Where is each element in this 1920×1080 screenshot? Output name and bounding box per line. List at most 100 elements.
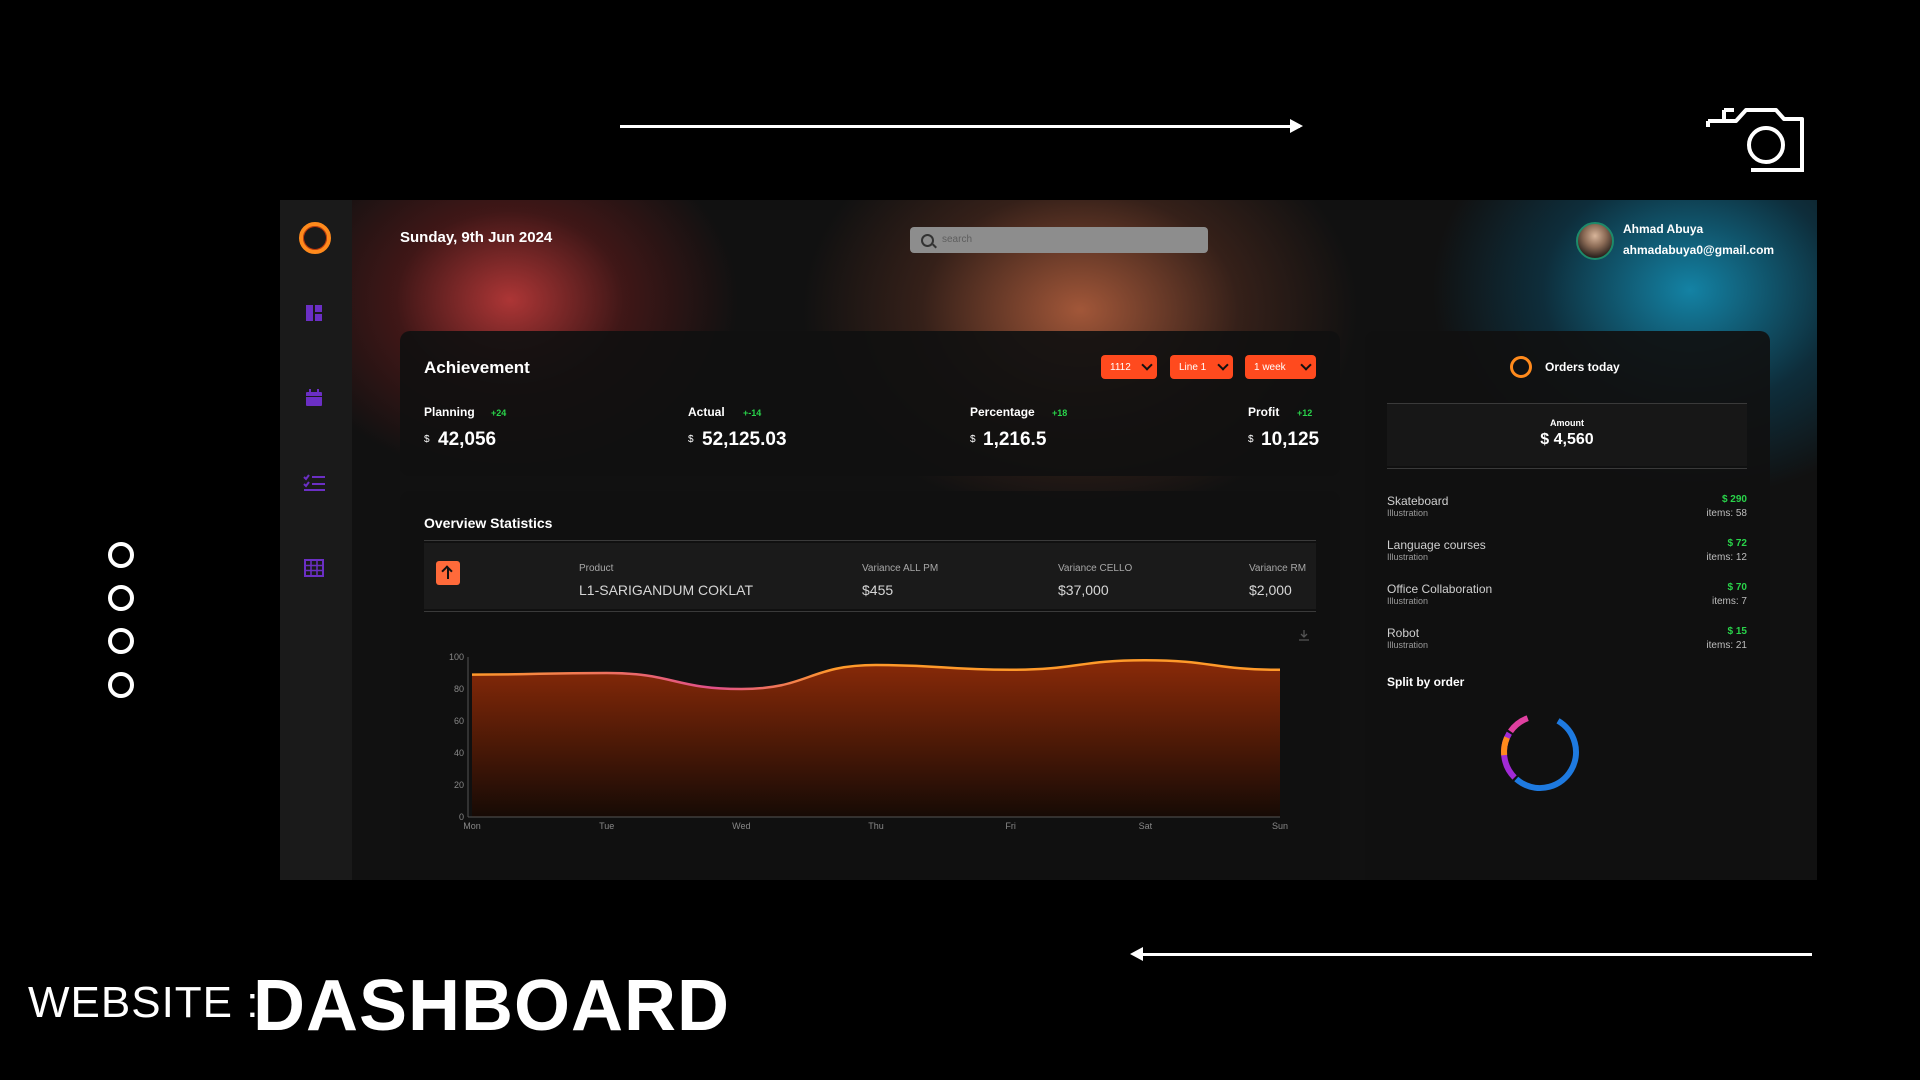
order-item-price: $ 70: [1727, 582, 1747, 593]
chart-x-tick-label: Thu: [868, 821, 884, 831]
stat-planning-label: Planning: [424, 405, 475, 419]
filter-dropdown-1[interactable]: 1112: [1101, 355, 1157, 379]
stat-profit-label: Profit: [1248, 405, 1280, 419]
achievement-card: Achievement 1112 Line 1 1 week Planning …: [400, 331, 1340, 476]
order-item-sub: Illustration: [1387, 508, 1429, 518]
table-icon[interactable]: [304, 559, 324, 577]
stat-planning-delta: +24: [491, 408, 507, 418]
donut-segment-blue: [1501, 712, 1579, 791]
chart-x-tick-label: Tue: [599, 821, 614, 831]
dashboard-window: Sunday, 9th Jun 2024 search Ahmad Abuya …: [280, 200, 1817, 880]
col-variance-rm-value: $2,000: [1249, 582, 1292, 598]
amount-box: Amount $ 4,560: [1387, 404, 1747, 466]
order-item-count: items: 12: [1706, 552, 1747, 563]
col-product-value: L1-SARIGANDUM COKLAT: [579, 582, 753, 598]
divider: [424, 611, 1316, 612]
donut-segment-pink: [1501, 713, 1579, 791]
stat-planning-value: 42,056: [438, 429, 497, 450]
stat-actual-value: 52,125.03: [702, 429, 787, 450]
chart-y-tick-label: 80: [454, 684, 464, 694]
order-item-count: items: 21: [1706, 640, 1747, 651]
filter-dropdown-3[interactable]: 1 week: [1245, 355, 1316, 379]
chart-x-tick-label: Sat: [1139, 821, 1153, 831]
top-arrow-head: [1290, 119, 1303, 133]
caption-title: DASHBOARD: [253, 966, 730, 1046]
achievement-title: Achievement: [424, 358, 530, 377]
amount-label: Amount: [1550, 418, 1584, 428]
bottom-arrow-head: [1130, 947, 1143, 961]
stat-percentage-label: Percentage: [970, 405, 1035, 419]
user-name: Ahmad Abuya: [1623, 222, 1704, 236]
split-donut-chart: [1501, 712, 1579, 791]
stat-profit-currency: $: [1248, 434, 1254, 445]
stat-profit-delta: +12: [1297, 408, 1313, 418]
logo-icon[interactable]: [299, 222, 331, 254]
order-item-price: $ 290: [1721, 494, 1747, 505]
search-input[interactable]: search: [910, 227, 1208, 253]
calendar-icon[interactable]: [305, 389, 323, 407]
stat-actual-currency: $: [688, 434, 694, 445]
order-item-sub: Illustration: [1387, 596, 1429, 606]
chart-x-tick-label: Mon: [463, 821, 481, 831]
chart-x-tick-label: Wed: [732, 821, 750, 831]
order-item-count: items: 58: [1706, 508, 1747, 519]
amount-value: $ 4,560: [1540, 431, 1594, 448]
pagination-dot-2[interactable]: [108, 585, 134, 611]
search-placeholder: search: [942, 234, 973, 245]
dashboard-icon[interactable]: [305, 304, 323, 322]
user-email: ahmadabuya0@gmail.com: [1623, 243, 1775, 257]
pagination-dot-3[interactable]: [108, 628, 134, 654]
pagination-dot-4[interactable]: [108, 672, 134, 698]
search-icon: [921, 234, 934, 247]
filter-2-label: Line 1: [1179, 362, 1207, 373]
col-variance-rm-head: Variance RM: [1249, 563, 1307, 574]
order-item-sub: Illustration: [1387, 640, 1429, 650]
order-item-name: Office Collaboration: [1387, 582, 1493, 596]
top-arrow-line: [620, 125, 1300, 128]
stat-percentage-value: 1,216.5: [983, 429, 1047, 450]
orders-title: Orders today: [1545, 360, 1620, 374]
overview-title: Overview Statistics: [424, 515, 553, 531]
product-row[interactable]: Product L1-SARIGANDUM COKLAT Variance AL…: [424, 543, 1316, 609]
chart-x-tick-label: Sun: [1272, 821, 1288, 831]
donut-segment-purple: [1501, 713, 1579, 791]
orders-ring-icon: [1510, 356, 1532, 378]
avatar[interactable]: [1576, 222, 1614, 260]
filter-3-label: 1 week: [1254, 362, 1286, 373]
col-variance-pm-value: $455: [862, 582, 894, 598]
order-item-price: $ 15: [1727, 626, 1747, 637]
stat-actual-label: Actual: [688, 405, 725, 419]
stat-percentage-currency: $: [970, 434, 976, 445]
checklist-icon[interactable]: [303, 474, 325, 492]
pagination-dot-1[interactable]: [108, 542, 134, 568]
download-icon[interactable]: [1298, 629, 1310, 641]
stat-planning-currency: $: [424, 434, 430, 445]
overview-chart: 020406080100Mon Tue Wed Thu Fri Sat Sun: [449, 652, 1288, 831]
chart-area-fill: [472, 660, 1280, 817]
divider: [1387, 468, 1747, 469]
order-item-name: Skateboard: [1387, 494, 1449, 508]
stat-percentage-delta: +18: [1052, 408, 1068, 418]
caption-prefix: WEBSITE :: [28, 978, 260, 1027]
chevron-down-icon: [1141, 359, 1153, 371]
filter-1-label: 1112: [1110, 362, 1131, 373]
arrow-up-icon[interactable]: [436, 561, 460, 585]
chart-y-tick-label: 20: [454, 780, 464, 790]
chevron-down-icon: [1300, 359, 1312, 371]
order-item-sub: Illustration: [1387, 552, 1429, 562]
col-variance-pm-head: Variance ALL PM: [862, 563, 939, 574]
order-item-count: items: 7: [1711, 596, 1747, 607]
order-item-name: Robot: [1387, 626, 1420, 640]
orders-card: Orders today Amount $ 4,560 Skateboard I…: [1365, 331, 1770, 880]
chart-y-tick-label: 100: [449, 652, 464, 662]
filter-dropdown-2[interactable]: Line 1: [1170, 355, 1233, 379]
stat-actual-delta: +-14: [743, 408, 762, 418]
order-item-price: $ 72: [1727, 538, 1747, 549]
sidebar: [280, 200, 352, 880]
stat-profit-value: 10,125: [1261, 429, 1320, 450]
col-product-head: Product: [579, 563, 614, 574]
split-title: Split by order: [1387, 675, 1465, 689]
bottom-arrow-line: [1140, 953, 1812, 956]
overview-card: Overview Statistics Product L1-SARIGANDU…: [400, 491, 1340, 880]
divider: [424, 540, 1316, 541]
